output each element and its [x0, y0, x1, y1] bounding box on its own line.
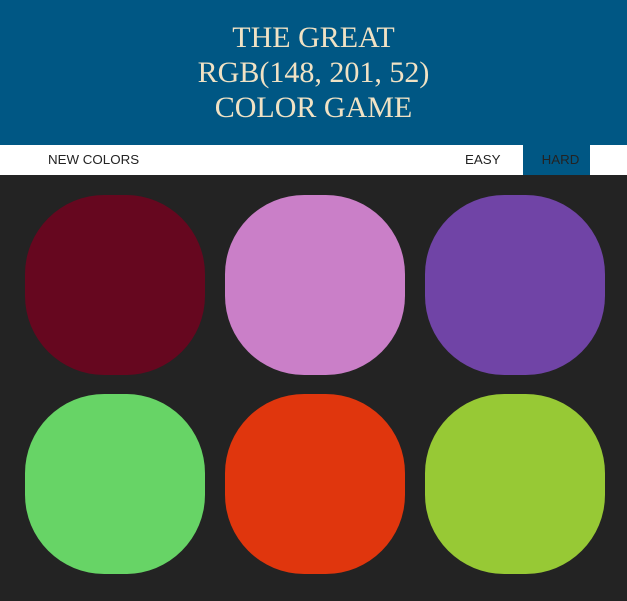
header-title-line-1: THE GREAT — [232, 21, 395, 54]
header-title-line-3: COLOR GAME — [214, 91, 413, 124]
new-colors-button[interactable]: NEW COLORS — [48, 145, 139, 175]
color-square-5[interactable] — [225, 394, 405, 574]
color-square-1[interactable] — [25, 195, 205, 375]
control-bar: NEW COLORS EASY HARD — [0, 145, 627, 175]
color-square-2[interactable] — [225, 195, 405, 375]
easy-mode-button[interactable]: EASY — [465, 145, 501, 175]
color-board — [0, 175, 627, 601]
target-rgb-display: RGB(148, 201, 52) — [197, 56, 430, 89]
color-square-3[interactable] — [425, 195, 605, 375]
color-square-6[interactable] — [425, 394, 605, 574]
hard-mode-button[interactable]: HARD — [523, 145, 590, 175]
color-square-4[interactable] — [25, 394, 205, 574]
game-header: THE GREAT RGB(148, 201, 52) COLOR GAME — [0, 0, 627, 145]
